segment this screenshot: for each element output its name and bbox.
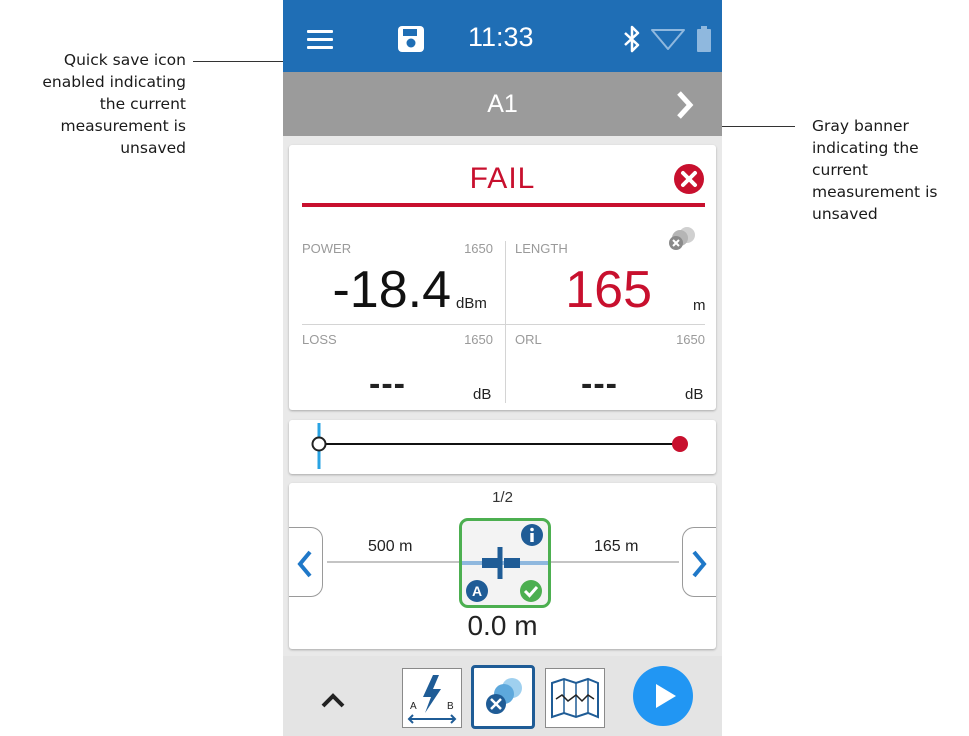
- end-a-icon: A: [466, 580, 488, 602]
- callout-line: indicating the: [812, 139, 919, 157]
- bottom-toolbar: A B: [283, 656, 722, 736]
- callout-gray-banner: Gray banner indicating the current measu…: [812, 115, 969, 225]
- info-icon[interactable]: [520, 523, 544, 547]
- loss-unit: dB: [473, 386, 492, 403]
- previous-event-button[interactable]: [289, 527, 323, 597]
- measurement-banner: A1: [283, 72, 722, 136]
- metrics-divider-horizontal: [302, 324, 705, 325]
- link-overview-card: [289, 420, 716, 474]
- chevron-right-icon: [692, 550, 707, 578]
- play-icon[interactable]: [632, 665, 694, 727]
- position-marker: [311, 436, 327, 452]
- fault-pin-icon: [669, 227, 695, 250]
- event-position: 0.0 m: [467, 610, 538, 641]
- loss-wavelength: 1650: [464, 332, 493, 347]
- callout-line: Gray banner: [812, 117, 909, 135]
- callout-line: measurement is: [60, 117, 186, 135]
- device-screen: 11:33 A1 FAIL POWER 1650 -18.4 dBm LENGT…: [283, 0, 722, 736]
- clock-time: 11:33: [468, 22, 534, 52]
- chevron-right-icon[interactable]: [675, 90, 695, 120]
- callout-line: current: [812, 161, 868, 179]
- bluetooth-icon: [624, 25, 640, 53]
- power-unit: dBm: [456, 295, 487, 312]
- distance-before: 500 m: [368, 538, 413, 555]
- battery-icon: [697, 26, 711, 52]
- callout-line: unsaved: [120, 139, 186, 157]
- power-label: POWER: [302, 241, 352, 256]
- loss-value: ---: [369, 365, 406, 403]
- orl-unit: dB: [685, 386, 704, 403]
- distance-after: 165 m: [594, 538, 639, 555]
- orl-value: ---: [581, 365, 618, 403]
- map-icon: [551, 677, 599, 719]
- length-value: 165: [565, 261, 652, 319]
- metrics-divider-vertical: [505, 241, 506, 403]
- chevron-left-icon: [297, 550, 312, 578]
- wifi-icon: [651, 29, 685, 50]
- save-icon[interactable]: [396, 24, 426, 54]
- callout-line: enabled indicating: [42, 73, 186, 91]
- status-divider: [302, 203, 705, 207]
- link-test-button[interactable]: A B: [402, 668, 462, 728]
- page-indicator: 1/2: [492, 489, 513, 506]
- length-label: LENGTH: [515, 241, 568, 256]
- callout-quick-save: Quick save icon enabled indicating the c…: [2, 49, 186, 159]
- loss-label: LOSS: [302, 332, 337, 347]
- fiber-segment-left: [327, 561, 460, 563]
- fault-locator-button[interactable]: [471, 665, 535, 729]
- link-view-card: 1/2 500 m 165 m A 0.0 m: [289, 483, 716, 649]
- next-event-button[interactable]: [682, 527, 716, 597]
- svg-text:A: A: [472, 583, 482, 599]
- callout-line: Quick save icon: [63, 51, 186, 69]
- menu-icon[interactable]: [307, 30, 333, 54]
- pass-check-icon: [520, 580, 542, 602]
- end-a-label: A: [410, 701, 417, 712]
- event-tile[interactable]: A: [459, 518, 551, 608]
- result-status: FAIL: [469, 162, 536, 195]
- result-card: FAIL POWER 1650 -18.4 dBm LENGTH 165 m L…: [289, 145, 716, 410]
- power-wavelength: 1650: [464, 241, 493, 256]
- map-view-button[interactable]: [545, 668, 605, 728]
- orl-wavelength: 1650: [676, 332, 705, 347]
- status-bar: 11:33: [283, 0, 722, 72]
- orl-label: ORL: [515, 332, 542, 347]
- fail-icon: [674, 164, 704, 194]
- fiber-segment-right: [547, 561, 679, 563]
- link-overview-bar[interactable]: [289, 420, 716, 474]
- chevron-up-icon[interactable]: [321, 692, 345, 708]
- callout-line: unsaved: [812, 205, 878, 223]
- length-unit: m: [693, 297, 706, 314]
- measurement-id: A1: [487, 90, 518, 118]
- lightning-ab-icon: A B: [407, 675, 457, 724]
- callout-line: measurement is: [812, 183, 938, 201]
- end-marker: [672, 436, 688, 452]
- callout-line: the current: [99, 95, 186, 113]
- end-b-label: B: [447, 701, 454, 712]
- fault-pin-icon: [486, 678, 522, 714]
- power-value: -18.4: [332, 261, 451, 319]
